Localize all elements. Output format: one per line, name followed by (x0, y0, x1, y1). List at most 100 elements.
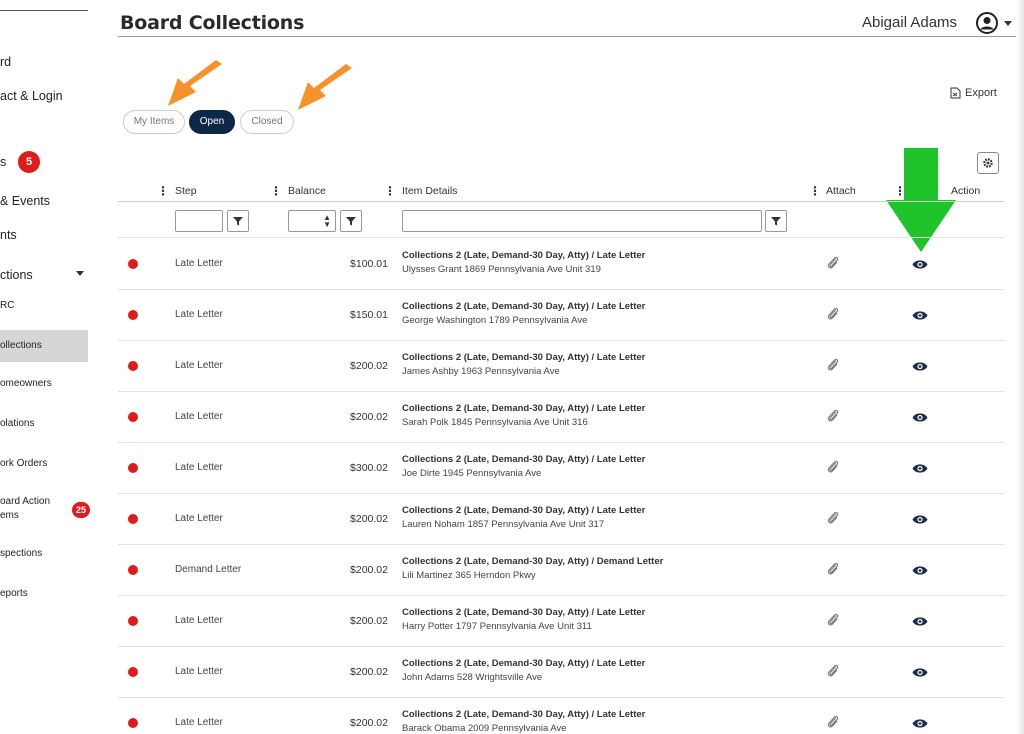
row-step: Late Letter (175, 513, 223, 524)
row-balance: $200.02 (350, 564, 388, 576)
paperclip-icon[interactable] (826, 510, 840, 526)
eye-icon[interactable] (912, 361, 928, 372)
table-row[interactable]: Late Letter $150.01 Collections 2 (Late, D… (118, 289, 1004, 340)
item-details-filter-input[interactable] (402, 210, 762, 232)
step-filter-button[interactable] (227, 210, 249, 232)
balance-filter-input[interactable]: ▲ ▼ (288, 210, 336, 232)
row-balance: $150.01 (350, 309, 388, 321)
row-detail-title: Collections 2 (Late, Demand-30 Day, Atty… (402, 658, 646, 669)
row-detail-subtitle: John Adams 528 Wrightsville Ave (402, 672, 543, 683)
column-settings-button[interactable] (977, 152, 999, 174)
item-details-filter-button[interactable] (765, 210, 787, 232)
sidebar-item-homeowners[interactable]: omeowners (0, 378, 52, 389)
step-filter-input[interactable] (175, 210, 223, 232)
paperclip-icon[interactable] (826, 408, 840, 424)
sidebar-item-board-action[interactable]: oard Action (0, 496, 50, 507)
column-header-balance[interactable]: Balance (288, 185, 326, 197)
paperclip-icon[interactable] (826, 714, 840, 730)
paperclip-icon[interactable] (826, 357, 840, 373)
column-header-action[interactable]: Action (951, 185, 980, 197)
eye-icon[interactable] (912, 259, 928, 270)
filter-open[interactable]: Open (189, 110, 235, 134)
eye-icon[interactable] (912, 463, 928, 474)
export-button[interactable]: Export (950, 87, 997, 99)
table-row[interactable]: Demand Letter $200.02 Collections 2 (Late,… (118, 544, 1004, 595)
table-row[interactable]: Late Letter $300.02 Collections 2 (Late, D… (118, 442, 1004, 493)
table-row[interactable]: Late Letter $200.02 Collections 2 (Late, D… (118, 493, 1004, 544)
eye-icon[interactable] (912, 616, 928, 627)
eye-icon[interactable] (912, 514, 928, 525)
row-balance: $200.02 (350, 360, 388, 372)
row-balance: $200.02 (350, 513, 388, 525)
sidebar-item-board-action-line2[interactable]: ems (0, 510, 19, 521)
filter-funnel-icon (233, 217, 243, 226)
row-detail-subtitle: James Ashby 1963 Pennsylvania Ave (402, 366, 560, 377)
chevron-down-icon[interactable] (76, 271, 84, 276)
eye-icon[interactable] (912, 667, 928, 678)
table-row[interactable]: Late Letter $200.02 Collections 2 (Late, D… (118, 646, 1004, 697)
row-detail-subtitle: George Washington 1789 Pennsylvania Ave (402, 315, 588, 326)
table-row[interactable]: Late Letter $100.01 Collections 2 (Late, D… (118, 238, 1004, 289)
sidebar-item-arc[interactable]: RC (0, 300, 14, 311)
orange-arrow-icon (168, 60, 222, 106)
column-menu-icon[interactable]: ⋮ (157, 184, 169, 198)
user-circle-icon[interactable] (976, 12, 998, 34)
export-file-icon (950, 87, 961, 99)
sidebar-item-collections[interactable]: ollections (0, 330, 88, 362)
table-row[interactable]: Late Letter $200.02 Collections 2 (Late, D… (118, 697, 1004, 734)
paperclip-icon[interactable] (826, 561, 840, 577)
sidebar-badge-count: 5 (18, 151, 40, 173)
column-menu-icon[interactable]: ⋮ (270, 184, 282, 198)
row-detail-subtitle: Harry Potter 1797 Pennsylvania Ave Unit … (402, 621, 592, 632)
paperclip-icon[interactable] (826, 612, 840, 628)
sidebar-item-reports[interactable]: eports (0, 588, 28, 599)
sidebar-item-inspections[interactable]: spections (0, 548, 42, 559)
sidebar-item-contact-login[interactable]: act & Login (0, 89, 63, 103)
eye-icon[interactable] (912, 310, 928, 321)
row-balance: $100.01 (350, 258, 388, 270)
status-dot (128, 310, 138, 320)
column-header-item-details[interactable]: Item Details (402, 185, 457, 197)
paperclip-icon[interactable] (826, 306, 840, 322)
row-step: Late Letter (175, 666, 223, 677)
paperclip-icon[interactable] (826, 255, 840, 271)
sidebar-item-documents[interactable]: nts (0, 228, 17, 242)
sidebar-item-events[interactable]: & Events (0, 194, 50, 208)
column-header-step[interactable]: Step (175, 185, 197, 197)
row-detail-title: Collections 2 (Late, Demand-30 Day, Atty… (402, 250, 646, 261)
column-header-attach[interactable]: Attach (826, 185, 856, 197)
sidebar-item-messages[interactable]: s (0, 155, 6, 169)
eye-icon[interactable] (912, 718, 928, 729)
row-step: Demand Letter (175, 564, 242, 575)
table-row[interactable]: Late Letter $200.02 Collections 2 (Late, D… (118, 391, 1004, 442)
table-row[interactable]: Late Letter $200.02 Collections 2 (Late, D… (118, 595, 1004, 646)
eye-icon[interactable] (912, 412, 928, 423)
filter-funnel-icon (771, 217, 781, 226)
filter-my-items[interactable]: My Items (123, 110, 185, 134)
row-step: Late Letter (175, 360, 223, 371)
sidebar-item-collections-group[interactable]: ctions (0, 268, 33, 282)
column-menu-icon[interactable]: ⋮ (809, 184, 821, 198)
sidebar: rd act & Login s 5 & Events nts ctions R… (0, 0, 90, 734)
paperclip-icon[interactable] (826, 663, 840, 679)
table-row[interactable]: Late Letter $200.02 Collections 2 (Late, D… (118, 340, 1004, 391)
number-spinner-icon[interactable]: ▲ ▼ (323, 214, 331, 229)
balance-filter-button[interactable] (340, 210, 362, 232)
column-menu-icon[interactable]: ⋮ (894, 184, 906, 198)
sidebar-item-dashboard[interactable]: rd (0, 55, 11, 69)
page-title: Board Collections (120, 12, 305, 34)
user-name[interactable]: Abigail Adams (862, 14, 957, 31)
sidebar-badge-action-count: 25 (72, 502, 90, 518)
eye-icon[interactable] (912, 565, 928, 576)
chevron-down-icon[interactable] (1004, 21, 1012, 26)
row-detail-subtitle: Joe Dirte 1945 Pennsylvania Ave (402, 468, 542, 479)
sidebar-item-violations[interactable]: olations (0, 418, 34, 429)
column-menu-icon[interactable]: ⋮ (384, 184, 396, 198)
sidebar-item-work-orders[interactable]: ork Orders (0, 458, 47, 469)
row-step: Late Letter (175, 615, 223, 626)
paperclip-icon[interactable] (826, 459, 840, 475)
filter-closed[interactable]: Closed (240, 110, 294, 134)
row-detail-title: Collections 2 (Late, Demand-30 Day, Atty… (402, 403, 646, 414)
sidebar-top-divider (0, 10, 88, 11)
row-detail-subtitle: Ulysses Grant 1869 Pennsylvania Ave Unit… (402, 264, 601, 275)
